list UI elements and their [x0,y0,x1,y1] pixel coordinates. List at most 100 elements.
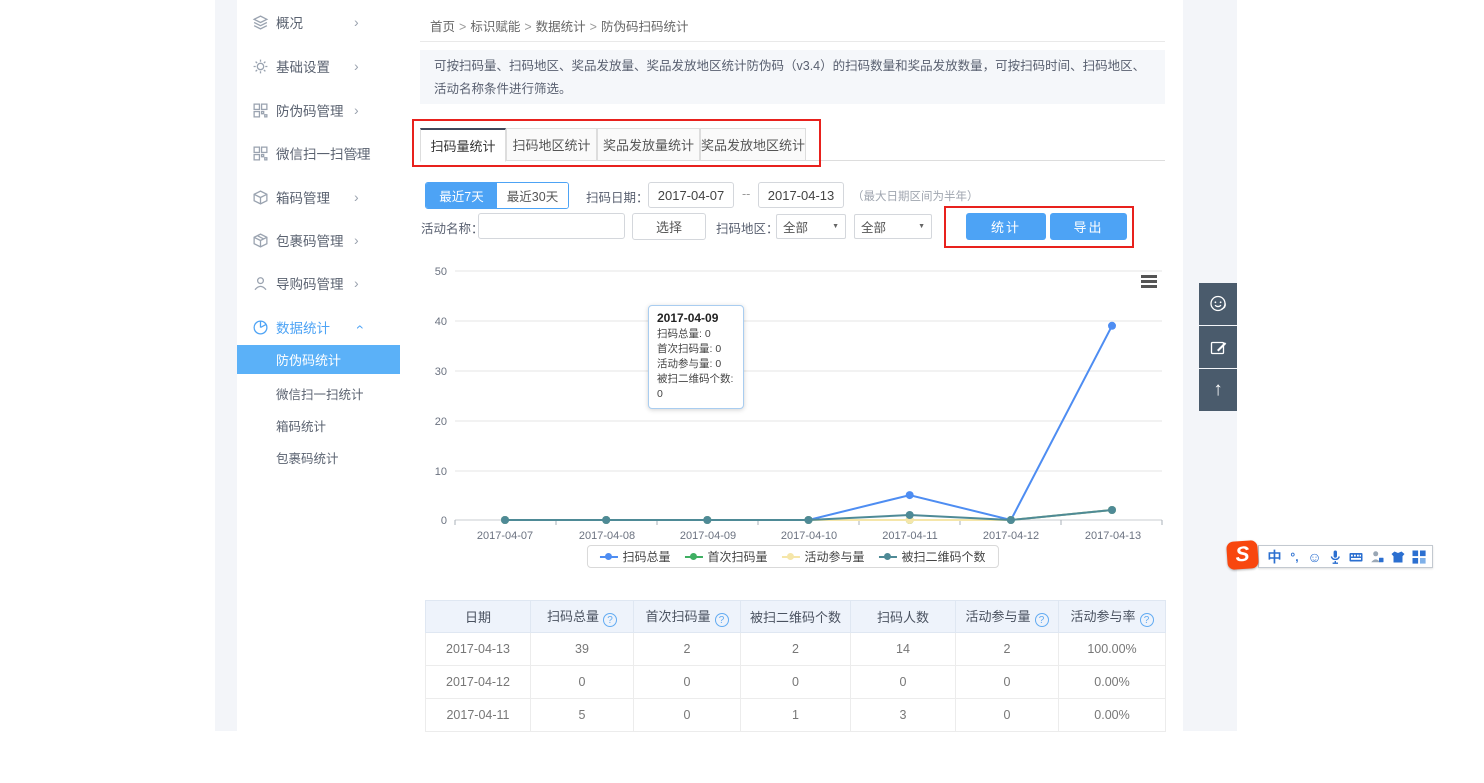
table-row: 2017-04-12000000.00% [426,666,1166,699]
table-cell: 2 [741,633,851,666]
help-icon[interactable]: ? [1035,613,1049,627]
float-toolbar: ↑ [1199,283,1237,412]
legend-item-activity[interactable]: 活动参与量 [782,548,865,565]
choose-button[interactable]: 选择 [632,213,706,240]
sogou-logo[interactable]: S [1226,540,1259,570]
chevron-right-icon: › [354,145,359,161]
filter-row-activity: 活动名称： 选择 扫码地区： 全部 ▼ 全部 ▼ 统计 导出 [420,213,1165,241]
punctuation-icon[interactable]: °, [1287,548,1302,565]
table-cell: 2017-04-11 [426,699,531,732]
sidebar-subitem-case-code-stats[interactable]: 箱码统计 [276,416,326,435]
table-cell: 2 [956,633,1059,666]
chart-tooltip: 2017-04-09 扫码总量: 0 首次扫码量: 0 活动参与量: 0 被扫二… [648,305,744,409]
tab-prize-volume[interactable]: 奖品发放量统计 [597,128,700,161]
toolbox-grid-icon[interactable] [1411,548,1427,565]
sidebar-item-basic-settings[interactable]: 基础设置 › [237,54,400,78]
table-cell: 5 [531,699,634,732]
caret-down-icon: ▼ [918,223,925,230]
sidebar-item-case-code-mgmt[interactable]: 箱码管理 › [237,185,400,209]
customer-service-button[interactable] [1199,283,1237,325]
qr-scan-icon [252,145,269,162]
table-cell: 3 [851,699,956,732]
line-chart[interactable]: 50 40 30 20 10 0 2017-04-07 2017-04-08 [425,263,1165,548]
sidebar-item-anticode-mgmt[interactable]: 防伪码管理 › [237,98,400,122]
breadcrumb-home[interactable]: 首页 [430,20,455,34]
app-background: 概况 › 基础设置 › 防伪码管理 › 微信扫一扫管理 › [215,0,1237,731]
table-cell: 14 [851,633,956,666]
table-cell: 2 [634,633,741,666]
skin-shirt-icon[interactable] [1390,548,1406,565]
table-cell: 0 [851,666,956,699]
chevron-right-icon: › [354,232,359,248]
stat-button[interactable]: 统计 [966,213,1046,240]
sidebar-item-wechat-scan-mgmt[interactable]: 微信扫一扫管理 › [237,141,400,165]
tab-prize-region[interactable]: 奖品发放地区统计 [700,128,806,161]
svg-text:10: 10 [435,466,447,478]
help-icon[interactable]: ? [603,613,617,627]
chart-series [501,322,1116,524]
last-7-days-button[interactable]: 最近7天 [426,183,497,208]
table-header-row: 日期 扫码总量? 首次扫码量? 被扫二维码个数 扫码人数 活动参与量? 活动参与… [426,601,1166,633]
keyboard-icon[interactable] [1348,548,1364,565]
tab-scan-region[interactable]: 扫码地区统计 [506,128,597,161]
region-select-city[interactable]: 全部 ▼ [854,214,932,239]
microphone-icon[interactable] [1327,548,1343,565]
pie-chart-icon [252,319,269,336]
column-header-scanned-qr: 被扫二维码个数 [741,601,851,633]
chevron-right-icon: › [354,58,359,74]
table-cell: 2017-04-12 [426,666,531,699]
table-cell: 39 [531,633,634,666]
back-to-top-button[interactable]: ↑ [1199,369,1237,411]
help-icon[interactable]: ? [715,613,729,627]
svg-text:2017-04-09: 2017-04-09 [680,530,736,542]
sidebar-item-guide-code-mgmt[interactable]: 导购码管理 › [237,271,400,295]
chevron-right-icon: › [354,102,359,118]
sidebar-item-parcel-code-mgmt[interactable]: 包裹码管理 › [237,228,400,252]
svg-text:20: 20 [435,416,447,428]
chart-menu-icon[interactable] [1141,275,1157,290]
date-from-input[interactable] [648,182,734,208]
sidebar-subitem-wechat-scan-stats[interactable]: 微信扫一扫统计 [276,384,364,403]
content-area: 首页>标识赋能>数据统计>防伪码扫码统计 可按扫码量、扫码地区、奖品发放量、奖品… [420,0,1165,731]
sidebar-subitem-anticode-stats[interactable]: 防伪码统计 [237,345,400,374]
user-icon [252,275,269,292]
activity-name-input[interactable] [478,213,625,239]
activity-label: 活动名称： [421,218,484,237]
box-icon [252,189,269,206]
breadcrumb-stats[interactable]: 数据统计 [536,20,586,34]
user-account-icon[interactable] [1369,548,1385,565]
sidebar-item-data-statistics[interactable]: 数据统计 › [237,315,400,339]
quick-range-group: 最近7天 最近30天 [425,182,569,209]
chevron-right-icon: › [354,189,359,205]
legend-item-first-scan[interactable]: 首次扫码量 [684,548,767,565]
table-cell: 0 [634,699,741,732]
last-30-days-button[interactable]: 最近30天 [497,183,568,208]
filter-row-date: 最近7天 最近30天 扫码日期： -- （最大日期区间为半年） [420,182,1165,208]
svg-text:2017-04-07: 2017-04-07 [477,530,533,542]
svg-text:2017-04-10: 2017-04-10 [781,530,837,542]
sidebar: 概况 › 基础设置 › 防伪码管理 › 微信扫一扫管理 › [237,0,400,731]
main-panel: 概况 › 基础设置 › 防伪码管理 › 微信扫一扫管理 › [237,0,1183,731]
line-chart-svg: 50 40 30 20 10 0 2017-04-07 2017-04-08 [425,263,1165,548]
region-select-province[interactable]: 全部 ▼ [776,214,846,239]
tab-scan-volume[interactable]: 扫码量统计 [420,128,506,162]
breadcrumb-mark[interactable]: 标识赋能 [470,20,520,34]
export-button[interactable]: 导出 [1050,213,1127,240]
legend-item-total[interactable]: 扫码总量 [599,548,670,565]
svg-text:30: 30 [435,366,447,378]
table-cell: 1 [741,699,851,732]
caret-down-icon: ▼ [832,223,839,230]
chinese-mode-icon[interactable]: 中 [1267,548,1282,565]
svg-text:2017-04-11: 2017-04-11 [882,530,937,542]
help-icon[interactable]: ? [1140,613,1154,627]
date-to-input[interactable] [758,182,844,208]
emoji-icon[interactable]: ☺ [1307,548,1322,565]
table-row: 2017-04-11501300.00% [426,699,1166,732]
sidebar-subitem-parcel-code-stats[interactable]: 包裹码统计 [276,448,339,467]
divider [420,41,1165,42]
sidebar-item-overview[interactable]: 概况 › [237,10,400,34]
headset-smiley-icon [1207,293,1229,315]
legend-item-scanned-qr[interactable]: 被扫二维码个数 [879,548,986,565]
svg-text:2017-04-12: 2017-04-12 [983,530,1039,542]
feedback-button[interactable] [1199,326,1237,368]
